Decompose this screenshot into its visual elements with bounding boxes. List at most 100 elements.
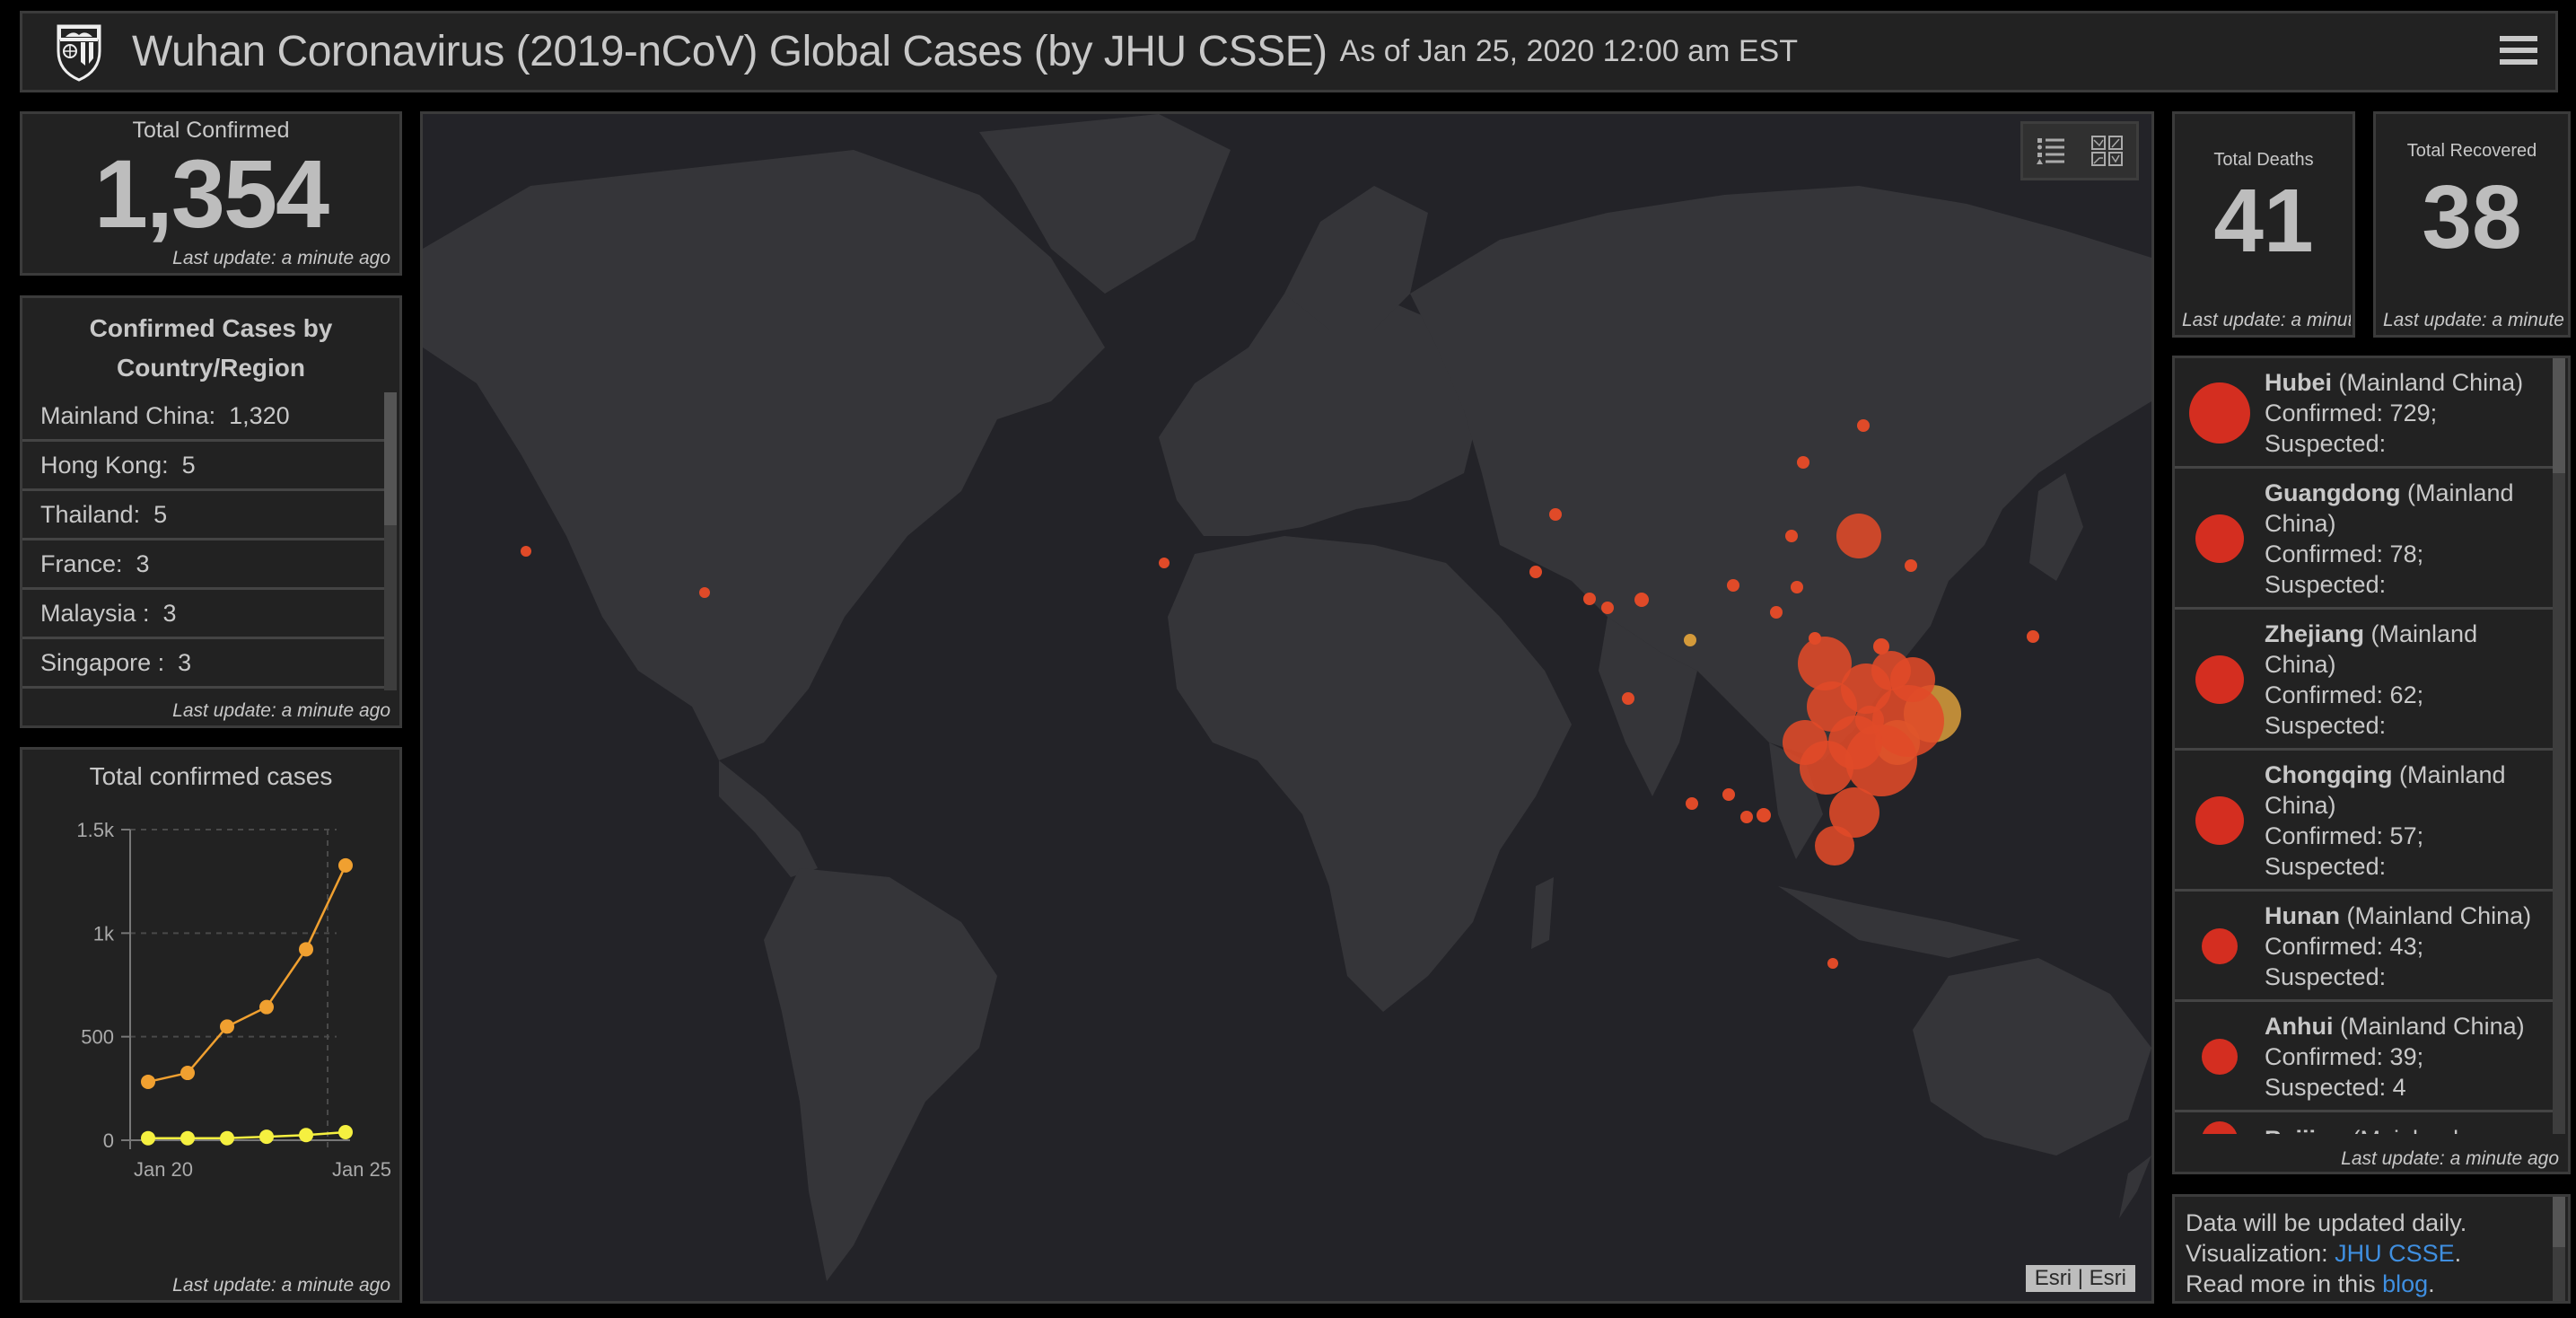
case-marker[interactable] xyxy=(1622,692,1634,705)
province-suspected: Suspected: xyxy=(2265,853,2387,880)
case-marker[interactable] xyxy=(1836,514,1881,558)
province-list-item[interactable]: Anhui (Mainland China) Confirmed: 39; Susp… xyxy=(2175,1002,2555,1112)
province-list-item[interactable]: Hunan (Mainland China) Confirmed: 43; Susp… xyxy=(2175,892,2555,1002)
blog-link[interactable]: blog xyxy=(2382,1270,2428,1297)
case-marker[interactable] xyxy=(1841,663,1891,714)
map-canvas[interactable] xyxy=(423,114,2151,1301)
case-size-marker-icon xyxy=(2175,1039,2265,1075)
case-marker[interactable] xyxy=(1815,826,1854,865)
country-panel-title-line2: Country/Region xyxy=(117,354,305,382)
case-marker[interactable] xyxy=(521,546,531,557)
province-suspected: Suspected: xyxy=(2265,430,2387,457)
case-marker[interactable] xyxy=(1159,558,1170,568)
case-size-marker-icon xyxy=(2175,655,2265,704)
data-point xyxy=(220,1130,234,1146)
landmass-central-america xyxy=(719,760,818,877)
country-list-item[interactable]: Hong Kong: 5 xyxy=(22,442,390,491)
last-update-text: Last update: a minute ago xyxy=(172,1275,390,1296)
map-attribution[interactable]: Esri | Esri xyxy=(2025,1265,2135,1292)
province-confirmed: Confirmed: 729; xyxy=(2265,400,2438,426)
country-list-item[interactable]: Mainland China: 1,320 xyxy=(22,392,390,442)
province-confirmed: Confirmed: 78; xyxy=(2265,540,2424,567)
country-panel-title-line1: Confirmed Cases by xyxy=(89,314,333,342)
basemap-gallery-icon[interactable] xyxy=(2089,131,2128,171)
scrollbar-thumb[interactable] xyxy=(384,392,397,525)
country-list-item[interactable]: France: 3 xyxy=(22,540,390,590)
case-marker[interactable] xyxy=(1890,657,1935,702)
case-marker[interactable] xyxy=(1791,581,1803,593)
case-size-marker-icon xyxy=(2175,514,2265,563)
info-panel: Data will be updated daily. Visualizatio… xyxy=(2172,1194,2571,1304)
case-marker[interactable] xyxy=(1770,606,1783,619)
data-point xyxy=(141,1130,155,1146)
case-marker[interactable] xyxy=(1757,808,1771,822)
total-recovered-label: Total Recovered xyxy=(2406,141,2537,161)
case-marker[interactable] xyxy=(1827,958,1838,969)
legend-icon[interactable] xyxy=(2032,131,2072,171)
case-marker[interactable] xyxy=(1686,797,1698,810)
province-text: Beijing (Mainland xyxy=(2265,1124,2546,1134)
red-circle-icon xyxy=(2195,655,2244,704)
case-marker[interactable] xyxy=(1601,602,1614,614)
case-size-marker-icon xyxy=(2175,1121,2265,1134)
country-list[interactable]: Mainland China: 1,320 Hong Kong: 5 Thailan… xyxy=(22,392,390,693)
hamburger-menu-icon[interactable] xyxy=(2500,31,2537,71)
scrollbar-thumb[interactable] xyxy=(2553,358,2565,473)
red-circle-icon xyxy=(2202,1039,2238,1075)
case-marker[interactable] xyxy=(1583,593,1596,605)
province-text: Chongqing (Mainland China) Confirmed: 57;… xyxy=(2265,760,2546,882)
case-marker[interactable] xyxy=(1727,579,1739,592)
data-point xyxy=(141,1074,155,1089)
case-marker[interactable] xyxy=(1797,456,1809,469)
province-list-item[interactable]: Zhejiang (Mainland China) Confirmed: 62; S… xyxy=(2175,610,2555,751)
case-marker[interactable] xyxy=(1549,508,1562,521)
province-confirmed: Confirmed: 62; xyxy=(2265,681,2424,708)
case-marker[interactable] xyxy=(1783,720,1827,765)
case-marker[interactable] xyxy=(2027,630,2039,643)
last-update-text: Last update: a minute ago xyxy=(172,248,390,268)
case-marker[interactable] xyxy=(1722,788,1735,801)
confirmed-by-country-panel: Confirmed Cases by Country/Region Mainla… xyxy=(20,295,402,728)
country-list-item[interactable]: Thailand: 5 xyxy=(22,491,390,540)
landmass-australia xyxy=(1913,958,2151,1155)
province-text: Anhui (Mainland China) Confirmed: 39; Susp… xyxy=(2265,1011,2546,1103)
case-size-marker-icon xyxy=(2175,796,2265,845)
red-circle-icon xyxy=(2195,796,2244,845)
province-list-scrollbar[interactable] xyxy=(2553,358,2565,1134)
info-panel-scrollbar[interactable] xyxy=(2553,1197,2565,1301)
case-marker[interactable] xyxy=(1905,559,1917,572)
country-panel-title: Confirmed Cases by Country/Region xyxy=(22,298,399,388)
data-point xyxy=(180,1066,195,1081)
case-marker[interactable] xyxy=(1785,530,1798,542)
case-marker[interactable] xyxy=(1740,811,1753,823)
data-point xyxy=(299,942,313,957)
case-marker[interactable] xyxy=(699,587,710,598)
world-map[interactable]: Esri | Esri xyxy=(420,111,2154,1304)
data-point xyxy=(338,857,353,873)
province-suspected: Suspected: 4 xyxy=(2265,1074,2406,1101)
landmass-indonesia xyxy=(1778,886,2020,958)
total-confirmed-card: Total Confirmed 1,354 Last update: a min… xyxy=(20,111,402,276)
scrollbar-thumb[interactable] xyxy=(2553,1197,2565,1247)
province-list[interactable]: Hubei (Mainland China) Confirmed: 729; Sus… xyxy=(2175,358,2555,1134)
province-list-item[interactable]: Chongqing (Mainland China) Confirmed: 57;… xyxy=(2175,751,2555,892)
data-point xyxy=(259,1129,274,1145)
country-list-item[interactable]: Malaysia : 3 xyxy=(22,590,390,639)
province-confirmed: Confirmed: 43; xyxy=(2265,933,2424,960)
country-list-item[interactable]: Singapore : 3 xyxy=(22,639,390,689)
landmass-madagascar xyxy=(1531,877,1554,949)
case-marker[interactable] xyxy=(1529,566,1542,578)
case-marker[interactable] xyxy=(1684,634,1696,646)
total-recovered-card: Total Recovered 38 Last update: a minute… xyxy=(2373,111,2571,338)
case-marker[interactable] xyxy=(1634,593,1649,607)
jhu-csse-link[interactable]: JHU CSSE xyxy=(2335,1240,2455,1267)
province-list-item[interactable]: Hubei (Mainland China) Confirmed: 729; Sus… xyxy=(2175,358,2555,469)
country-list-scrollbar[interactable] xyxy=(384,392,397,690)
dashboard-title: Wuhan Coronavirus (2019-nCoV) Global Cas… xyxy=(132,28,1327,75)
province-list-item[interactable]: Guangdong (Mainland China) Confirmed: 78;… xyxy=(2175,469,2555,610)
map-widget-toolbar xyxy=(2020,121,2139,180)
case-marker[interactable] xyxy=(1857,419,1870,432)
province-text: Hubei (Mainland China) Confirmed: 729; Sus… xyxy=(2265,367,2546,459)
case-marker[interactable] xyxy=(1828,716,1882,769)
province-list-item[interactable]: Beijing (Mainland xyxy=(2175,1112,2555,1134)
